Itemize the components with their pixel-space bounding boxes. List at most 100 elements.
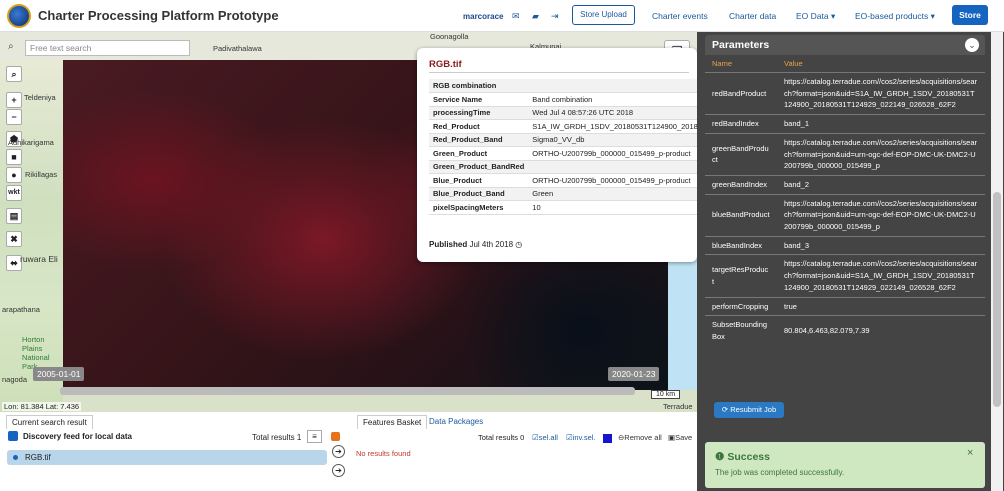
table-row: SubsetBoundingBox 80.804,6.463,82.079,7.3… bbox=[705, 315, 985, 346]
map-place-label: nagoda bbox=[2, 375, 28, 384]
remove-all-label: Remove all bbox=[624, 433, 662, 442]
property-name: RGB combination bbox=[429, 79, 529, 93]
list-item[interactable]: RGB.tif bbox=[7, 450, 327, 465]
move-left-icon[interactable]: ➔ bbox=[332, 464, 345, 477]
user-link[interactable]: marcorace bbox=[463, 12, 503, 21]
property-name: processingTime bbox=[429, 106, 529, 120]
timeline-slider[interactable] bbox=[60, 387, 635, 395]
property-name: Blue_Product_Band bbox=[429, 187, 529, 201]
basket-total-value: 0 bbox=[520, 433, 525, 442]
chevron-down-icon[interactable]: ⌄ bbox=[965, 38, 979, 52]
layers-list-icon[interactable]: ▤ bbox=[6, 208, 22, 224]
app-title: Charter Processing Platform Prototype bbox=[38, 8, 279, 23]
free-text-search-input[interactable]: Free text search bbox=[25, 40, 190, 56]
color-picker[interactable] bbox=[603, 434, 612, 443]
property-value bbox=[528, 79, 697, 93]
zoom-in-button[interactable]: + bbox=[6, 92, 22, 108]
nav-eo-data-label: EO Data bbox=[796, 11, 829, 21]
param-value: true bbox=[777, 296, 985, 316]
table-header-row: Name Value bbox=[705, 55, 985, 73]
parameters-header[interactable]: Parameters ⌄ bbox=[705, 35, 985, 55]
clear-icon[interactable]: ✖ bbox=[6, 231, 22, 247]
map-place-label: Horton Plains National Park bbox=[22, 335, 50, 371]
divider bbox=[429, 72, 689, 73]
move-right-icon[interactable]: ➔ bbox=[332, 445, 345, 458]
tab-features-basket[interactable]: Features Basket bbox=[357, 415, 428, 429]
tab-current-search-result[interactable]: Current search result bbox=[6, 415, 93, 429]
table-row: processingTime Wed Jul 4 08:57:26 UTC 201… bbox=[429, 106, 697, 120]
store-upload-button[interactable]: Store Upload bbox=[572, 5, 635, 25]
refresh-icon: ⟳ bbox=[721, 405, 729, 414]
timeline-start-handle[interactable]: 2005-01-01 bbox=[33, 367, 85, 381]
rss-feed-icon bbox=[8, 431, 18, 441]
table-row: Blue_Product_Band Green bbox=[429, 187, 697, 201]
search-map-button[interactable]: ⌕ bbox=[6, 66, 22, 82]
popup-published: Published Jul 4th 2018 ◷ bbox=[429, 240, 522, 249]
table-row: greenBandProduct https://catalog.terradue… bbox=[705, 132, 985, 176]
remove-all-button[interactable]: ⊖Remove all bbox=[618, 433, 662, 442]
property-value: Band combination bbox=[528, 92, 697, 107]
parameters-body: Name Value redBandProduct https://catalog.… bbox=[705, 55, 985, 430]
select-all-button[interactable]: ☑sel.all bbox=[532, 433, 558, 442]
table-row: blueBandIndex band_3 bbox=[705, 235, 985, 255]
property-value bbox=[528, 160, 697, 174]
book-icon[interactable]: ▰ bbox=[532, 11, 539, 22]
close-icon[interactable]: × bbox=[967, 447, 973, 459]
wkt-button[interactable]: wkt bbox=[6, 185, 22, 201]
store-button[interactable]: Store bbox=[952, 5, 988, 25]
panel-scrollbar[interactable] bbox=[991, 32, 1003, 491]
success-alert: ❶ Success The job was completed successf… bbox=[705, 442, 985, 488]
table-row: RGB combination bbox=[429, 79, 697, 93]
tab-data-packages[interactable]: Data Packages bbox=[424, 415, 488, 428]
basket-total-results: Total results 0 bbox=[478, 433, 524, 442]
map-place-label: ruwara Eli bbox=[20, 254, 58, 264]
property-name: Red_Product bbox=[429, 119, 529, 134]
logout-icon[interactable]: ⇥ bbox=[551, 11, 559, 22]
nav-charter-events[interactable]: Charter events bbox=[652, 11, 708, 21]
checkbox-icon: ☑ bbox=[566, 433, 573, 442]
draw-box-icon[interactable]: ■ bbox=[6, 149, 22, 165]
rss-icon[interactable] bbox=[331, 432, 340, 441]
scrollbar-thumb[interactable] bbox=[993, 192, 1001, 407]
chevron-down-icon: ▾ bbox=[830, 11, 836, 21]
parameters-title: Parameters bbox=[712, 39, 770, 51]
clock-icon: ◷ bbox=[515, 240, 523, 249]
draw-point-icon[interactable]: ● bbox=[6, 167, 22, 183]
zoom-out-button[interactable]: − bbox=[6, 109, 22, 125]
right-panel: Parameters ⌄ Name Value redBandProduct htt… bbox=[697, 32, 1004, 491]
save-label: Save bbox=[675, 433, 693, 442]
invert-selection-label: inv.sel. bbox=[572, 433, 596, 442]
feature-popup: RGB.tif RGB combination Service Name Band… bbox=[417, 48, 697, 262]
property-value: S1A_IW_GRDH_1SDV_20180531T124900_2018053… bbox=[528, 119, 697, 134]
timeline-end-handle[interactable]: 2020-01-23 bbox=[608, 367, 660, 381]
table-row: greenBandIndex band_2 bbox=[705, 174, 985, 195]
table-row: redBandIndex band_1 bbox=[705, 114, 985, 134]
save-button[interactable]: ▣Save bbox=[668, 433, 692, 442]
param-name: redBandIndex bbox=[705, 114, 777, 134]
success-title: ❶ Success bbox=[715, 451, 770, 463]
popup-title[interactable]: RGB.tif bbox=[429, 59, 462, 70]
property-value: Green bbox=[528, 187, 697, 201]
nav-eo-products[interactable]: EO-based products ▾ bbox=[855, 11, 935, 22]
param-name: greenBandIndex bbox=[705, 174, 777, 195]
basket-total-label: Total results bbox=[478, 433, 519, 442]
nav-charter-data[interactable]: Charter data bbox=[729, 11, 776, 21]
param-value: https://catalog.terradue.com//cos2/serie… bbox=[777, 254, 985, 298]
list-menu-icon[interactable]: ≡ bbox=[307, 430, 322, 443]
table-row: Service Name Band combination bbox=[429, 92, 697, 107]
column-header-value: Value bbox=[784, 59, 803, 68]
param-name: performCropping bbox=[705, 296, 777, 316]
results-panel: Current search result Discovery feed for… bbox=[0, 412, 697, 491]
mail-icon[interactable]: ✉ bbox=[512, 11, 520, 22]
resubmit-job-button[interactable]: ⟳ Resubmit Job bbox=[714, 402, 784, 418]
result-title: RGB.tif bbox=[25, 453, 51, 462]
table-row: Green_Product_BandRed bbox=[429, 160, 697, 174]
select-all-label: sel.all bbox=[538, 433, 558, 442]
property-value: Sigma0_VV_db bbox=[528, 133, 697, 147]
param-value: band_2 bbox=[777, 174, 985, 195]
search-icon: ⌕ bbox=[8, 41, 14, 52]
scale-bar: 10 km bbox=[651, 390, 681, 399]
attribution: Terradue bbox=[663, 402, 693, 411]
nav-eo-data[interactable]: EO Data ▾ bbox=[796, 11, 835, 22]
invert-selection-button[interactable]: ☑inv.sel. bbox=[566, 433, 596, 442]
